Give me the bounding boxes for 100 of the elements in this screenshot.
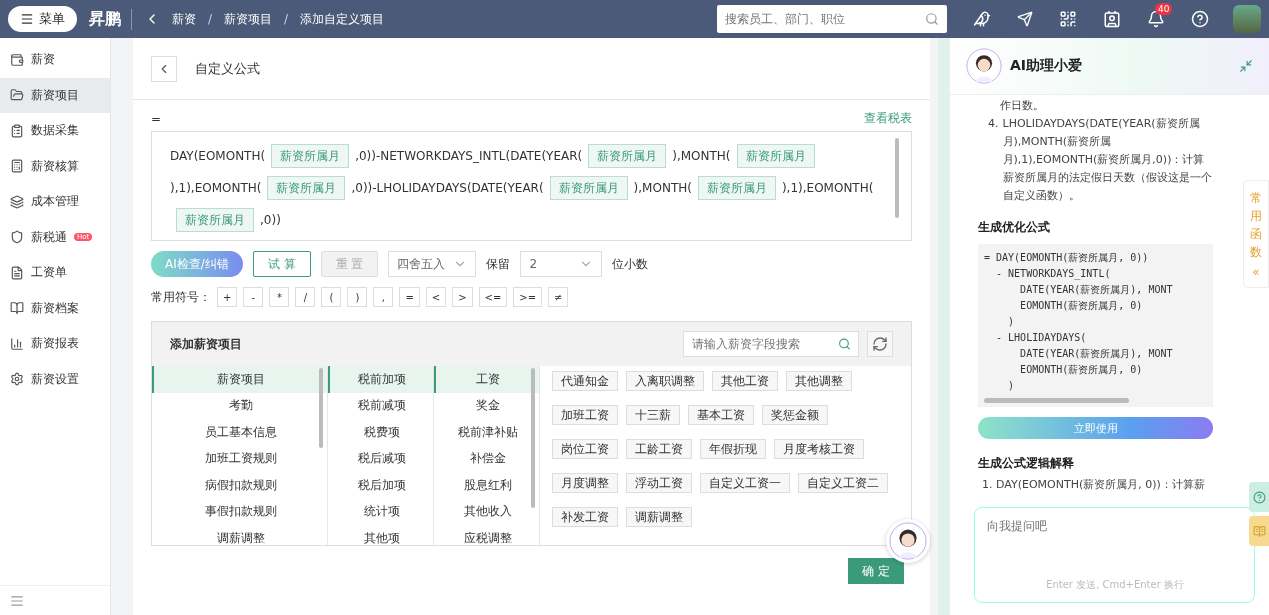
category-item[interactable]: 应税调整 [434, 525, 539, 545]
category-item[interactable]: 其他项 [328, 525, 433, 545]
category-item[interactable]: 考勤 [152, 392, 327, 419]
salary-item-tag[interactable]: 其他工资 [712, 371, 778, 391]
contact-icon[interactable] [1103, 10, 1121, 28]
salary-item-tag[interactable]: 补发工资 [552, 507, 618, 527]
answer-text: 1. DAY(EOMONTH(薪资所属月, 0))：计算薪 [981, 477, 1206, 493]
salary-item-tag[interactable]: 年假折现 [700, 439, 766, 459]
help-icon [1252, 490, 1266, 504]
salary-item-tag[interactable]: 月度调整 [552, 473, 618, 493]
symbol-key[interactable]: ≠ [548, 287, 569, 307]
symbol-key[interactable]: >= [513, 287, 543, 307]
refresh-icon [872, 336, 888, 352]
sidebar-item[interactable]: 薪资核算 [0, 148, 110, 184]
assistant-avatar [966, 48, 1002, 84]
list-number: 4. [988, 116, 999, 132]
salary-item-tag[interactable]: 基本工资 [688, 405, 754, 425]
salary-item-tag[interactable]: 月度考核工资 [774, 439, 864, 459]
decimals-select[interactable]: 2 [520, 251, 603, 277]
salary-item-tag[interactable]: 工龄工资 [626, 439, 692, 459]
category-item[interactable]: 股息红利 [434, 472, 539, 499]
answer-text: LHOLIDAYDAYS(DATE(YEAR(薪资所属月),MONTH(薪资所属月),1),EOMONTH(薪资所属月,0))：计算薪资所属月的法定假日天数（假设这是一个自定义函数）。 [1002, 116, 1213, 204]
sidebar-item[interactable]: 薪资项目 [0, 77, 110, 113]
salary-item-tag[interactable]: 其他调整 [786, 371, 852, 391]
menu-button[interactable]: 菜单 [8, 6, 77, 32]
bird-icon[interactable] [973, 10, 991, 28]
category-item[interactable]: 工资 [434, 366, 539, 393]
symbol-key[interactable]: / [295, 287, 316, 307]
category-item[interactable]: 薪资项目 [152, 366, 327, 393]
minimize-icon[interactable] [1239, 59, 1253, 73]
wallet-icon [10, 52, 24, 67]
sidebar-item[interactable]: 数据采集 [0, 113, 110, 149]
category-item[interactable]: 税前加项 [328, 366, 433, 393]
formula-editor[interactable]: DAY(EOMONTH( 薪资所属月 ,0))-NETWORKDAYS_INTL(DATE(YEAR( 薪资所属月 ),MONTH( 薪资所属月 ),1),EOMONTH( 薪资所属月 ,0))-LHOLIDAYDAYS(DATE(YEAR( 薪资所属月 ),MONTH( 薪资所属月 ),1),EOMONTH( 薪资所属月 ,0)) [151, 131, 912, 241]
field-search[interactable]: 请输入薪资字段搜索 [683, 331, 859, 357]
search-field[interactable]: 搜索员工、部门、职位 [717, 5, 947, 33]
symbol-key[interactable]: ) [347, 287, 368, 307]
sidebar-item[interactable]: 薪资档案 [0, 290, 110, 326]
symbol-key[interactable]: - [243, 287, 264, 307]
settings-icon [10, 372, 24, 387]
breadcrumb-separator: / [208, 12, 213, 26]
symbol-key[interactable]: <= [478, 287, 508, 307]
salary-item-tag[interactable]: 十三薪 [626, 405, 680, 425]
category-item[interactable]: 其他收入 [434, 498, 539, 525]
salary-item-tag[interactable]: 自定义工资二 [798, 473, 888, 493]
user-avatar[interactable] [1233, 5, 1261, 33]
category-item[interactable]: 奖金 [434, 392, 539, 419]
section-heading: 生成优化公式 [978, 219, 1051, 236]
symbol-key[interactable]: ( [321, 287, 342, 307]
section-heading: 生成公式逻辑解释 [978, 455, 1075, 472]
category-item[interactable]: 税后加项 [328, 472, 433, 499]
symbol-key[interactable]: = [399, 287, 420, 307]
category-item[interactable]: 员工基本信息 [152, 419, 327, 446]
category-item[interactable]: 税费项 [328, 419, 433, 446]
category-item[interactable]: 税后减项 [328, 445, 433, 472]
salary-item-tag[interactable]: 浮动工资 [626, 473, 692, 493]
breadcrumb-separator: / [284, 12, 289, 26]
category-item[interactable]: 税前减项 [328, 392, 433, 419]
category-item[interactable]: 税前津补贴 [434, 419, 539, 446]
category-item[interactable]: 事假扣款规则 [152, 498, 327, 525]
category-item[interactable]: 统计项 [328, 498, 433, 525]
salary-item-tag[interactable]: 入离职调整 [626, 371, 704, 391]
salary-item-tag[interactable]: 奖惩金额 [762, 405, 828, 425]
rounding-select[interactable]: 四舍五入 [388, 251, 477, 277]
action-button[interactable]: 试 算 [252, 251, 311, 277]
category-item[interactable]: 加班工资规则 [152, 445, 327, 472]
breadcrumb-item[interactable]: 薪资项目 [224, 10, 273, 28]
salary-item-tag[interactable]: 代通知金 [552, 371, 618, 391]
refresh-button[interactable] [867, 331, 893, 357]
answer-text: 作日数。 [999, 98, 1045, 114]
input-hint: Enter 发送, Cmd+Enter 换行 [1046, 578, 1184, 592]
code-line: DATE(YEAR(薪资所属月), MONT [1019, 283, 1174, 297]
salary-item-tag[interactable]: 自定义工资一 [700, 473, 790, 493]
category-item[interactable]: 病假扣款规则 [152, 472, 327, 499]
help-icon[interactable] [1191, 10, 1209, 28]
category-item[interactable]: 调薪调整 [152, 525, 327, 545]
symbol-key[interactable]: , [373, 287, 394, 307]
breadcrumb-item[interactable]: 薪资 [172, 10, 196, 28]
symbol-key[interactable]: > [452, 287, 473, 307]
sidebar-item[interactable]: 薪资报表 [0, 326, 110, 362]
assistant-avatar [889, 522, 927, 560]
sidebar-item[interactable]: 薪资设置 [0, 361, 110, 397]
category-item[interactable]: 补偿金 [434, 445, 539, 472]
assistant-title: AI助理小爱 [1010, 57, 1083, 75]
search-icon [838, 337, 851, 351]
symbol-key[interactable]: + [217, 287, 238, 307]
symbol-key[interactable]: * [269, 287, 290, 307]
salary-item-tag[interactable]: 岗位工资 [552, 439, 618, 459]
sidebar-item[interactable]: 薪资 [0, 42, 110, 78]
salary-item-tag[interactable]: 调薪调整 [626, 507, 692, 527]
breadcrumb-item[interactable]: 添加自定义项目 [300, 10, 385, 28]
code-line: EOMONTH(薪资所属月, 0) [1019, 363, 1144, 377]
sidebar-item[interactable]: 成本管理 [0, 184, 110, 220]
symbol-key[interactable]: < [425, 287, 447, 307]
tax-table-link[interactable]: 查看税表 [864, 110, 912, 127]
qr-code-icon[interactable] [1059, 10, 1077, 28]
bell-icon[interactable] [1147, 10, 1165, 28]
sidebar-item[interactable]: 工资单 [0, 255, 110, 291]
send-icon[interactable] [1017, 11, 1033, 27]
salary-item-tag[interactable]: 加班工资 [552, 405, 618, 425]
